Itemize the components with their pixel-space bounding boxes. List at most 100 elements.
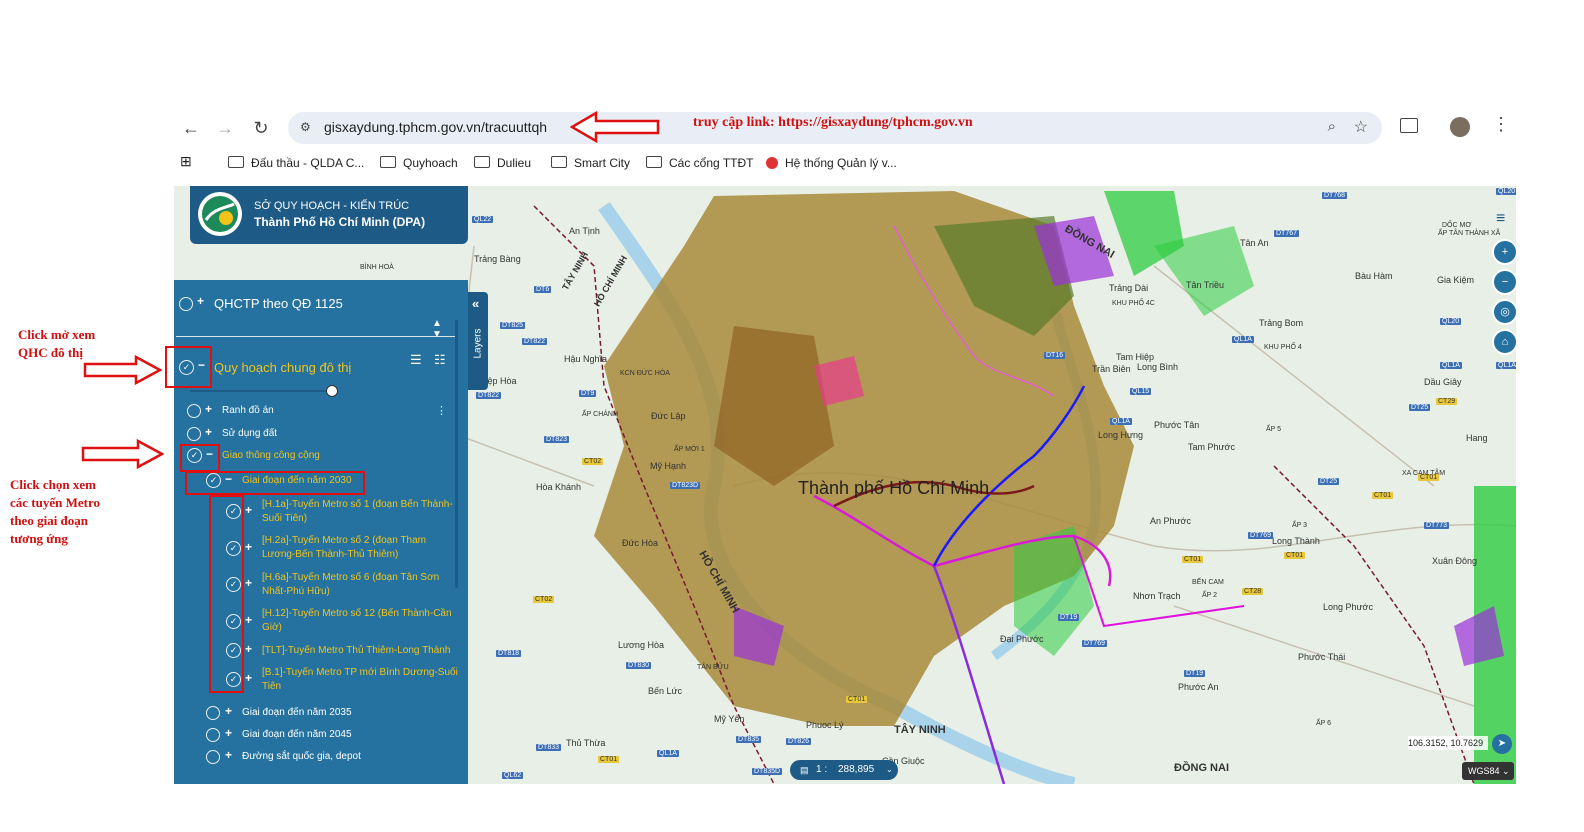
layer-gd2045[interactable]: Giai đoạn đến năm 2045 [242, 729, 352, 740]
layer-toggle[interactable] [206, 750, 220, 764]
layer-toggle[interactable] [206, 706, 220, 720]
road-badge: DT25 [1409, 404, 1431, 411]
locate-icon[interactable]: ➤ [1492, 734, 1512, 754]
highlight-box [180, 444, 220, 472]
scale-value: 288,895 [838, 764, 875, 775]
avatar[interactable] [1450, 117, 1470, 137]
layer-metro-b1[interactable]: [B.1]-Tuyến Metro TP mới Bình Dương-Suối [262, 667, 458, 678]
back-icon[interactable]: ← [178, 115, 204, 141]
map-label: Hậu Nghĩa [564, 354, 608, 364]
layer-toggle[interactable] [187, 404, 201, 418]
expand-icon[interactable]: + [205, 425, 212, 439]
layers-tab[interactable]: « Layers [468, 292, 488, 390]
highlight-box [209, 495, 244, 693]
folder-icon [380, 156, 396, 168]
layer-metro-12[interactable]: [H.12]-Tuyến Metro số 12 (Bến Thành-Cần [262, 608, 452, 619]
map-label: Trảng Bom [1259, 318, 1304, 328]
road-badge: DT825 [500, 322, 526, 329]
url-text: gisxaydung.tphcm.gov.vn/tracuuttqh [324, 119, 548, 135]
arrow-right-icon [81, 438, 164, 470]
expand-icon[interactable]: + [197, 294, 204, 308]
bookmark-dulieu[interactable]: Dulieu [474, 156, 531, 170]
expand-icon[interactable]: + [245, 503, 252, 517]
map-label: Thủ Thừa [566, 738, 606, 748]
map-label: Hòa Khánh [536, 482, 582, 492]
expand-icon[interactable]: + [245, 540, 252, 554]
layer-gd2035[interactable]: Giai đoạn đến năm 2035 [242, 707, 352, 718]
layer-metro-tlt[interactable]: [TLT]-Tuyến Metro Thủ Thiêm-Long Thành [262, 645, 450, 656]
map-label: TÂY NINH [894, 724, 946, 736]
site-settings-icon[interactable]: ⚙ [300, 120, 311, 134]
expand-icon[interactable]: + [245, 671, 252, 685]
home-icon[interactable]: ⌂ [1492, 329, 1518, 355]
layer-duongsat[interactable]: Đường sắt quốc gia, depot [242, 751, 361, 762]
bookmark-dauthau[interactable]: Đấu thầu - QLDA C... [228, 156, 364, 170]
tab-search-icon[interactable] [1400, 118, 1418, 133]
road-badge: DT25 [1318, 478, 1340, 485]
panel-scrollbar[interactable] [455, 320, 458, 588]
layer-toggle[interactable] [179, 297, 193, 311]
map-label: Tam Hiệp [1116, 352, 1155, 362]
road-badge: DT769 [1248, 532, 1274, 539]
apps-grid-icon[interactable]: ⊞ [180, 153, 192, 170]
menu-dots-icon[interactable]: ⋮ [1492, 114, 1510, 135]
layer-toggle[interactable] [187, 427, 201, 441]
expand-icon[interactable]: + [205, 402, 212, 416]
layer-ranh[interactable]: Ranh đồ án [222, 405, 274, 416]
road-badge: CT29 [1436, 398, 1458, 405]
collapse-panel-icon[interactable]: « [472, 296, 479, 311]
map-label: Tân An [1240, 238, 1269, 248]
map-label: Lương Hòa [618, 640, 664, 650]
expand-icon[interactable]: + [225, 704, 232, 718]
layer-metro-6[interactable]: [H.6a]-Tuyến Metro số 6 (đoạn Tân Sơn [262, 572, 439, 583]
map-label: Phuoc Lý [806, 720, 844, 730]
bookmark-star-icon[interactable]: ☆ [1354, 117, 1368, 137]
layer-toggle[interactable] [206, 728, 220, 742]
scale-bar[interactable]: ▤ 1 : 288,895 ⌄ [790, 760, 898, 780]
crs-selector[interactable]: WGS84 ⌄ [1462, 762, 1514, 780]
map-label: Long Bình [1137, 362, 1179, 372]
road-badge: DT19 [1184, 670, 1206, 677]
zoom-icon[interactable]: ⌕ [1328, 118, 1336, 135]
expand-icon[interactable]: + [245, 642, 252, 656]
zoom-out-icon[interactable]: − [1492, 269, 1518, 295]
road-badge: DT835 [736, 736, 762, 743]
layers-tab-label: Layers [472, 328, 484, 359]
map-label: Nhơn Trạch [1133, 591, 1181, 601]
chevron-down-icon: ⌄ [886, 765, 893, 774]
bookmark-quyhoach[interactable]: Quyhoach [380, 156, 458, 170]
legend-icon[interactable]: ☷ [434, 352, 446, 368]
list-icon[interactable]: ☰ [410, 352, 422, 368]
expand-icon[interactable]: + [245, 613, 252, 627]
bookmark-smartcity[interactable]: Smart City [551, 156, 630, 170]
more-dots-icon[interactable]: ⋮ [436, 404, 447, 417]
expand-icon[interactable]: + [225, 726, 232, 740]
bookmark-hethong[interactable]: Hệ thống Quản lý v... [766, 156, 897, 170]
hamburger-menu-icon[interactable]: ≡ [1496, 210, 1505, 228]
layer-qhctp[interactable]: QHCTP theo QĐ 1125 [214, 296, 343, 311]
forward-icon[interactable]: → [212, 115, 238, 141]
expand-icon[interactable]: + [245, 576, 252, 590]
layer-qhc[interactable]: Quy hoạch chung đô thị [214, 360, 351, 375]
target-icon[interactable]: ◎ [1492, 299, 1518, 325]
folder-icon [551, 156, 567, 168]
reload-icon[interactable]: ↻ [248, 115, 274, 141]
layer-metro-1[interactable]: [H.1a]-Tuyến Metro số 1 (đoạn Bến Thành- [262, 499, 453, 510]
road-badge: CT28 [1242, 588, 1264, 595]
folder-icon [228, 156, 244, 168]
layer-sudungdat[interactable]: Sử dụng đất [222, 428, 277, 439]
road-badge: DT822 [522, 338, 548, 345]
header-line2: Thành Phố Hồ Chí Minh (DPA) [254, 215, 426, 229]
opacity-slider-track[interactable] [190, 390, 334, 392]
zoom-in-icon[interactable]: + [1492, 239, 1518, 265]
map-label: Gia Kiệm [1437, 275, 1475, 285]
layer-metro-2[interactable]: [H.2a]-Tuyến Metro số 2 (đoạn Tham [262, 535, 426, 546]
road-badge: DT768 [1322, 192, 1348, 199]
coordinate-readout: 106.3152, 10.7629 [1408, 736, 1488, 750]
opacity-slider-handle[interactable] [326, 385, 338, 397]
expand-icon[interactable]: + [225, 748, 232, 762]
road-badge: DT818 [496, 650, 522, 657]
map-label: DỐC MƠ [1442, 222, 1472, 229]
layer-giaothong[interactable]: Giao thông công cộng [222, 450, 320, 461]
bookmark-congttdt[interactable]: Các cổng TTĐT [646, 156, 753, 170]
